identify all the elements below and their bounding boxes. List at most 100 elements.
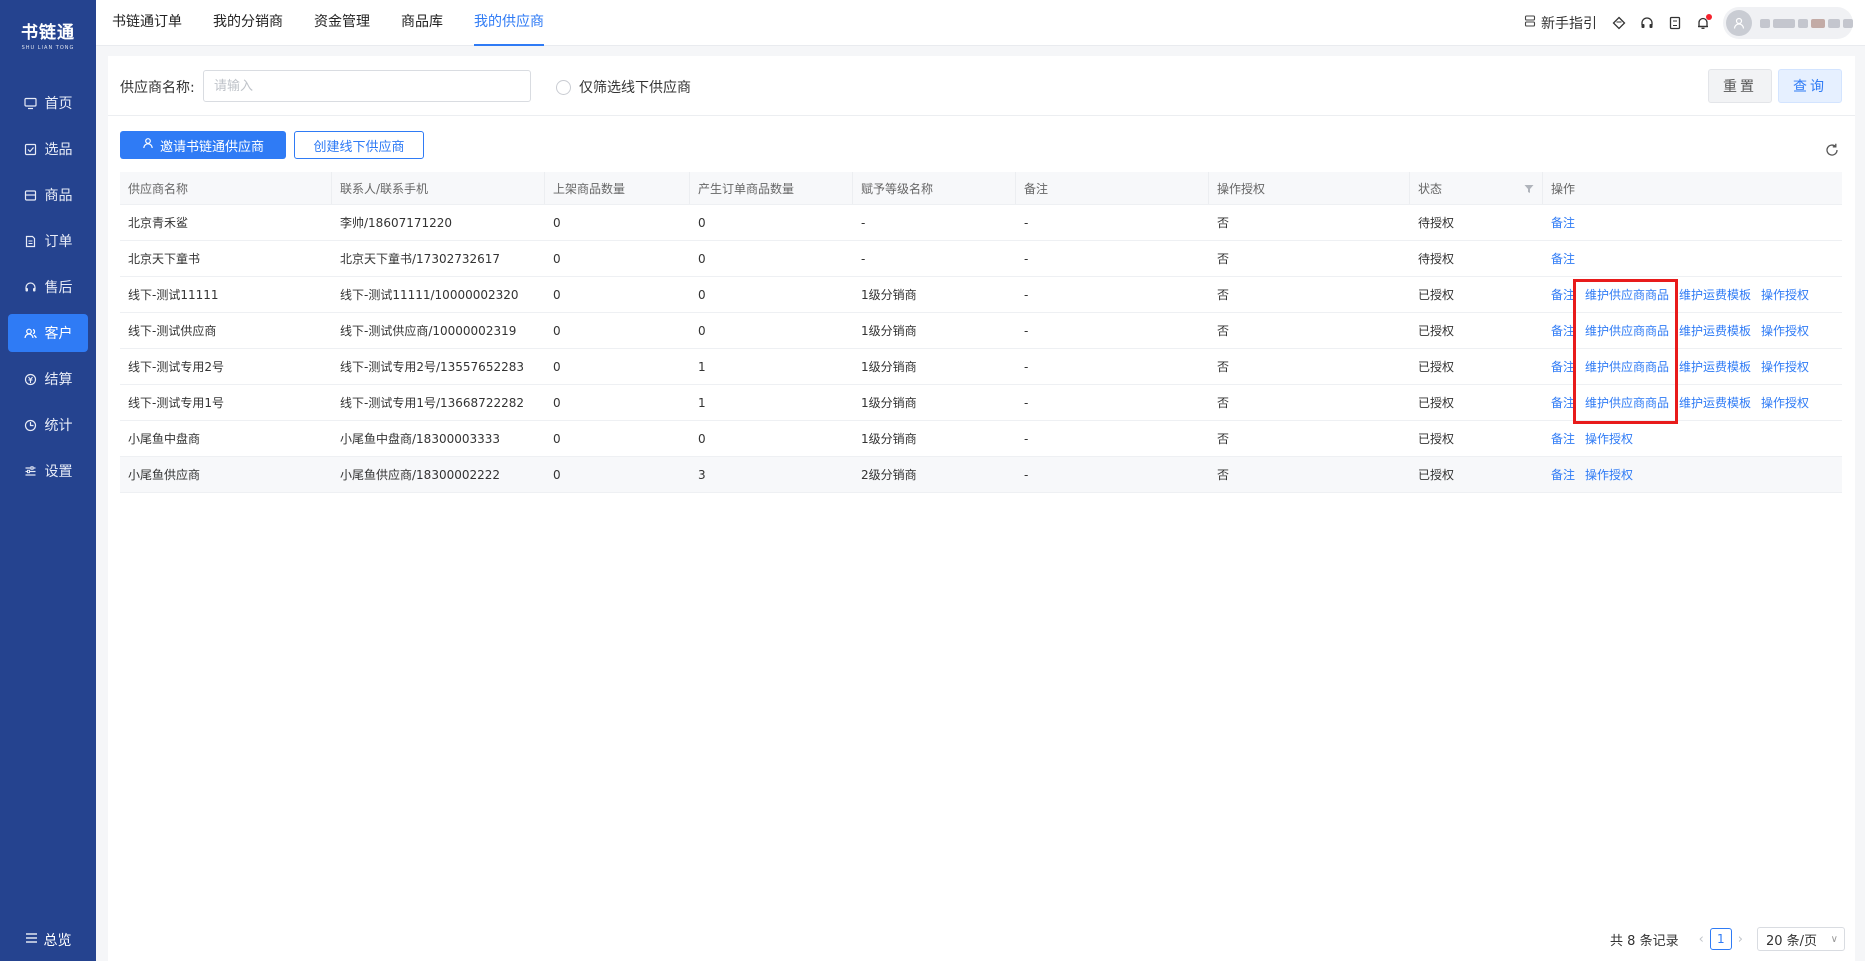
remark-link[interactable]: 备注 [1551,250,1575,267]
cell-ordered: 0 [698,431,706,446]
cell-remark: - [1024,467,1029,482]
remark-link[interactable]: 备注 [1551,430,1575,447]
current-page[interactable]: 1 [1709,928,1732,950]
cell-name: 小尾鱼供应商 [128,468,201,482]
remark-link[interactable]: 备注 [1551,358,1575,375]
next-page-icon[interactable]: › [1738,932,1743,947]
cell-status: 已授权 [1418,396,1455,410]
cell-remark: - [1024,215,1029,230]
cell-ordered: 1 [698,395,706,410]
offline-only-radio[interactable] [556,79,571,95]
reset-button[interactable]: 重置 [1708,69,1772,103]
device-icon[interactable] [1667,15,1683,31]
settle-icon [24,372,38,386]
refresh-icon[interactable] [1824,142,1840,158]
cell-listed: 0 [553,251,561,266]
sidebar-item-label: 结算 [44,372,73,388]
tab-my-suppliers[interactable]: 我的供应商 [474,0,544,46]
cell-level: 1级分销商 [861,396,917,410]
app-logo[interactable]: 书链通 SHU LIAN TONG [0,0,96,68]
column-header: 上架商品数量 [545,172,690,204]
maintain-supplier-products-link[interactable]: 维护供应商商品 [1585,358,1669,375]
box-icon [24,188,38,202]
operation-authorization-link[interactable]: 操作授权 [1585,430,1633,447]
diamond-icon[interactable] [1611,15,1627,31]
sidebar-item-home[interactable]: 首页 [8,84,88,122]
table-row: 北京青禾鲨 李帅/18607171220 0 0 - - 否 待授权 备注 [120,205,1842,241]
sidebar-item-label: 售后 [44,280,73,296]
cell-auth: 否 [1217,432,1230,446]
maintain-supplier-products-link[interactable]: 维护供应商商品 [1585,286,1669,303]
maintain-supplier-products-link[interactable]: 维护供应商商品 [1585,394,1669,411]
cell-contact: 线下-测试11111/10000002320 [340,288,519,302]
offline-only-label: 仅筛选线下供应商 [579,80,691,96]
filter-icon[interactable] [1524,183,1534,197]
operation-authorization-link[interactable]: 操作授权 [1761,358,1809,375]
operation-authorization-link[interactable]: 操作授权 [1585,466,1633,483]
pagination: 共 8 条记录 ‹ 1 › 20 条/页 ∨ [1610,927,1845,951]
headset-icon [24,280,38,294]
logo-title: 书链通 [21,22,75,43]
remark-link[interactable]: 备注 [1551,286,1575,303]
table-row: 线下-测试供应商 线下-测试供应商/10000002319 0 0 1级分销商 - 否 已授权… [120,313,1842,349]
cell-status: 已授权 [1418,288,1455,302]
prev-page-icon[interactable]: ‹ [1699,932,1704,947]
filter-bar: 供应商名称: 仅筛选线下供应商 重置 查询 [108,56,1855,116]
invite-supplier-label: 邀请书链通供应商 [159,139,264,155]
maintain-supplier-products-link[interactable]: 维护供应商商品 [1585,322,1669,339]
sidebar-item-aftersale[interactable]: 售后 [8,268,88,306]
offline-only-filter[interactable]: 仅筛选线下供应商 [556,77,691,97]
cell-level: 1级分销商 [861,432,917,446]
notification-dot [1706,14,1712,20]
cell-contact: 小尾鱼供应商/18300002222 [340,468,501,482]
user-icon [142,137,154,153]
tab-funds[interactable]: 资金管理 [314,0,370,46]
cell-contact: 北京天下童书/17302732617 [340,252,501,266]
tab-shulian-orders[interactable]: 书链通订单 [112,0,182,46]
bell-icon[interactable] [1695,14,1712,31]
maintain-shipping-template-link[interactable]: 维护运费模板 [1679,322,1751,339]
avatar [1726,10,1752,36]
sidebar-item-statistics[interactable]: 统计 [8,406,88,444]
sidebar-overview-button[interactable]: 总览 [0,927,96,953]
remark-link[interactable]: 备注 [1551,214,1575,231]
create-offline-supplier-button[interactable]: 创建线下供应商 [294,131,424,159]
sidebar-item-settlement[interactable]: 结算 [8,360,88,398]
sidebar-item-orders[interactable]: 订单 [8,222,88,260]
operation-authorization-link[interactable]: 操作授权 [1761,322,1809,339]
sidebar-item-selection[interactable]: 选品 [8,130,88,168]
maintain-shipping-template-link[interactable]: 维护运费模板 [1679,358,1751,375]
invite-supplier-button[interactable]: 邀请书链通供应商 [120,131,286,159]
cell-auth: 否 [1217,252,1230,266]
cell-status: 待授权 [1418,252,1455,266]
user-menu[interactable] [1723,7,1853,39]
page-size-select[interactable]: 20 条/页 ∨ [1757,927,1845,951]
supplier-name-input[interactable] [203,70,531,102]
operation-authorization-link[interactable]: 操作授权 [1761,286,1809,303]
guide-link[interactable]: 新手指引 [1524,13,1597,33]
remark-link[interactable]: 备注 [1551,466,1575,483]
cell-ordered: 0 [698,323,706,338]
cell-remark: - [1024,395,1029,410]
query-button[interactable]: 查询 [1778,69,1842,103]
cell-listed: 0 [553,467,561,482]
logo-subtitle: SHU LIAN TONG [21,44,75,51]
main-panel: 供应商名称: 仅筛选线下供应商 重置 查询 邀请书链通供应商 创建线下供应商 供… [108,56,1855,961]
tab-product-library[interactable]: 商品库 [401,0,443,46]
tab-my-distributors[interactable]: 我的分销商 [213,0,283,46]
sidebar-item-settings[interactable]: 设置 [8,452,88,490]
cell-listed: 0 [553,431,561,446]
status-column-header: 状态 [1410,172,1543,204]
remark-link[interactable]: 备注 [1551,322,1575,339]
headset-icon[interactable] [1639,15,1655,31]
sidebar-item-products[interactable]: 商品 [8,176,88,214]
cell-level: - [861,251,866,266]
guide-label: 新手指引 [1541,16,1597,32]
remark-link[interactable]: 备注 [1551,394,1575,411]
cell-status: 已授权 [1418,432,1455,446]
operation-authorization-link[interactable]: 操作授权 [1761,394,1809,411]
maintain-shipping-template-link[interactable]: 维护运费模板 [1679,286,1751,303]
maintain-shipping-template-link[interactable]: 维护运费模板 [1679,394,1751,411]
cell-name: 线下-测试11111 [128,288,219,302]
sidebar-item-customers[interactable]: 客户 [8,314,88,352]
